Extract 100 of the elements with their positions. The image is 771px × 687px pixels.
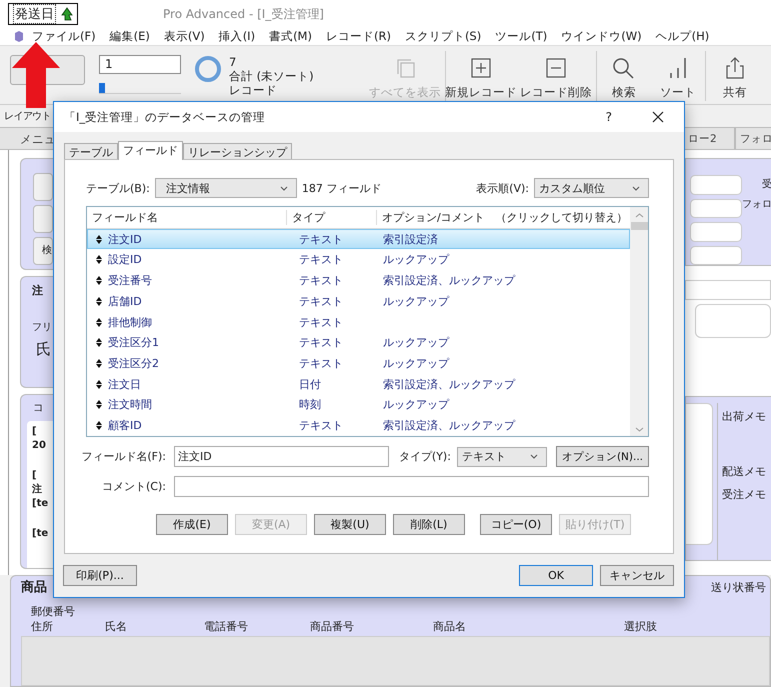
comment-text: 注	[32, 483, 42, 497]
field-options: 索引設定済、ルックアップ	[383, 274, 515, 288]
menu-item[interactable]: 挿入(I)	[218, 29, 256, 44]
field-row[interactable]: 注文ID テキスト 索引設定済	[87, 228, 630, 250]
field-row[interactable]: 排他制御 テキスト	[87, 312, 630, 332]
column-header[interactable]: タイプ	[287, 210, 377, 225]
drag-handle-icon[interactable]	[96, 276, 102, 286]
menu-item[interactable]: ヘルプ(H)	[656, 29, 710, 44]
toolbar-button[interactable]: レコード削除	[516, 46, 596, 100]
menu-item[interactable]: レコード(R)	[326, 29, 391, 44]
input-field[interactable]	[690, 246, 742, 265]
field-row[interactable]: 顧客ID テキスト 索引設定済、ルックアップ	[87, 415, 630, 436]
cancel-button[interactable]: キャンセル	[600, 565, 674, 586]
column-header: 住所	[31, 619, 54, 634]
toolbar-button[interactable]: ソート	[651, 46, 705, 100]
toolbar-button[interactable]: 新規レコード	[446, 46, 516, 100]
comment-text: [te	[32, 497, 48, 511]
field-type: 日付	[298, 376, 322, 392]
layout-tab[interactable]: フォロ	[735, 128, 771, 149]
dialog-tab[interactable]: テーブル	[64, 143, 118, 159]
slider-thumb[interactable]	[99, 83, 105, 93]
type-dropdown[interactable]: テキスト	[456, 446, 547, 466]
print-button[interactable]: 印刷(P)...	[63, 565, 137, 586]
scroll-thumb[interactable]	[630, 222, 648, 230]
dialog-title: 「I_受注管理」のデータベースの管理	[64, 110, 266, 124]
field-type: テキスト	[298, 314, 344, 330]
drag-handle-icon[interactable]	[96, 380, 102, 389]
found-count: 7	[229, 55, 238, 69]
record-slider[interactable]	[99, 83, 181, 94]
field-row[interactable]: 受注区分2 テキスト ルックアップ	[87, 353, 630, 374]
layout-button[interactable]	[33, 173, 53, 201]
input-field[interactable]	[695, 304, 771, 338]
action-button[interactable]: 作成(E)	[156, 514, 228, 535]
field-row[interactable]: 設定ID テキスト ルックアップ	[87, 249, 630, 270]
input-field[interactable]	[690, 198, 742, 218]
menu-item[interactable]: ファイル(F)	[32, 29, 96, 44]
field-row[interactable]: 受注区分1 テキスト ルックアップ	[87, 332, 630, 354]
chevron-down-icon	[280, 186, 288, 190]
drag-handle-icon[interactable]	[96, 255, 102, 264]
section-header: 商品	[21, 578, 47, 596]
chevron-down-icon	[632, 186, 640, 190]
comment-input[interactable]	[174, 476, 649, 497]
field-count: 187 フィールド	[302, 180, 382, 196]
field-row[interactable]: 注文時間 時刻 ルックアップ	[87, 394, 630, 416]
field-options: ルックアップ	[383, 398, 449, 412]
table-dropdown[interactable]: 注文情報	[154, 178, 297, 198]
field-type: テキスト	[298, 273, 344, 288]
dialog-tab[interactable]: リレーションシップ	[183, 143, 292, 159]
menu-item[interactable]: 書式(M)	[269, 29, 312, 44]
comment-field[interactable]: [ 20 [ 注 [te [te	[27, 421, 53, 568]
field-label: 氏	[36, 340, 51, 359]
action-button[interactable]: 複製(U)	[314, 514, 386, 535]
input-field[interactable]	[690, 222, 742, 242]
drag-handle-icon[interactable]	[96, 400, 102, 410]
layout-button[interactable]: 検	[33, 237, 53, 265]
options-button[interactable]: オプション(N)...	[556, 446, 649, 467]
menu-item[interactable]: 編集(E)	[110, 29, 150, 44]
order-dropdown[interactable]: カスタム順位	[534, 178, 649, 198]
field-row[interactable]: 店舗ID テキスト ルックアップ	[87, 290, 630, 312]
menu-item[interactable]: 表示(V)	[164, 29, 205, 44]
toolbar-button[interactable]: 検索	[597, 46, 651, 100]
help-button[interactable]: ?	[606, 110, 612, 124]
field-name: 注文時間	[108, 397, 152, 412]
scroll-up-icon[interactable]	[634, 213, 644, 218]
scrollbar[interactable]	[630, 207, 648, 436]
field-type: テキスト	[298, 252, 344, 268]
toolbar-button[interactable]: 共有	[712, 46, 758, 100]
field-label: 受注メモ	[722, 487, 767, 502]
drag-handle-icon[interactable]	[96, 234, 102, 244]
action-button[interactable]: 削除(L)	[393, 514, 465, 535]
layout-button[interactable]	[33, 205, 53, 233]
menu-item[interactable]: ウインドウ(W)	[561, 29, 642, 44]
record-number-field[interactable]: 1	[99, 55, 181, 74]
input-field[interactable]	[690, 175, 742, 194]
section-header: コ	[33, 401, 44, 415]
menu-item[interactable]: ツール(T)	[495, 29, 548, 44]
field-label: 出荷メモ	[722, 409, 767, 424]
field-row[interactable]: 注文日 日付 索引設定済、ルックアップ	[87, 374, 630, 395]
close-icon[interactable]	[652, 111, 664, 123]
comment-text: [	[32, 425, 37, 439]
field-name: 店舗ID	[108, 294, 142, 309]
field-name: 受注番号	[108, 273, 152, 288]
menu-item[interactable]: スクリプト(S)	[404, 29, 482, 44]
dialog-tab[interactable]: フィールド	[118, 141, 183, 160]
drag-handle-icon[interactable]	[96, 338, 102, 348]
column-header[interactable]: フィールド名	[87, 210, 287, 225]
drag-handle-icon[interactable]	[96, 318, 102, 326]
field-type: テキスト	[298, 335, 344, 350]
ok-button[interactable]: OK	[519, 565, 593, 586]
scroll-down-icon[interactable]	[634, 427, 644, 432]
drag-handle-icon[interactable]	[96, 421, 102, 430]
input-field[interactable]	[685, 280, 771, 300]
drag-handle-icon[interactable]	[96, 296, 102, 306]
field-row[interactable]: 受注番号 テキスト 索引設定済、ルックアップ	[87, 270, 630, 291]
column-header[interactable]: オプション/コメント （クリックして切り替え）	[377, 210, 630, 225]
input-field[interactable]	[686, 403, 713, 545]
drag-handle-icon[interactable]	[96, 358, 102, 368]
field-name-input[interactable]: 注文ID	[174, 446, 389, 467]
action-button[interactable]: コピー(O)	[480, 514, 552, 535]
field-name: 排他制御	[108, 314, 152, 330]
